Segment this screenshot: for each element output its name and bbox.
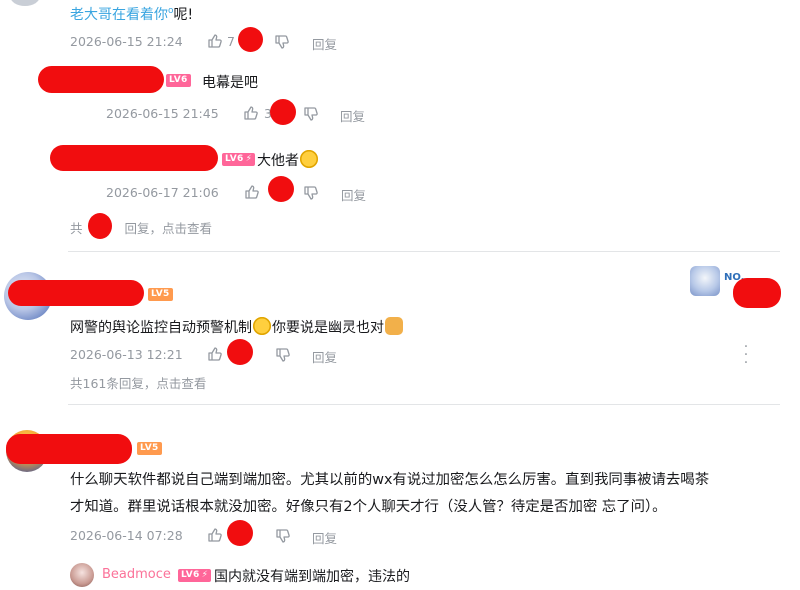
view-replies-link[interactable]: 共161条回复，点击查看 [70, 373, 206, 392]
comment-text: 大他者 [257, 150, 319, 170]
thumb-up-icon[interactable] [244, 184, 260, 200]
redacted-username [50, 145, 218, 171]
emoji-smile [253, 317, 271, 335]
thumb-up-icon[interactable] [243, 105, 259, 121]
thumb-up-icon[interactable] [207, 346, 223, 362]
thumb-down-icon[interactable] [303, 106, 319, 122]
reply-button[interactable]: 回复 [341, 185, 366, 204]
level-badge: LV6 [166, 74, 191, 87]
username[interactable]: Beadmoce [102, 567, 171, 582]
redacted-badge [733, 278, 781, 308]
avatar[interactable] [10, 0, 40, 6]
comment-body: 国内就没有端到端加密，违法的 [214, 569, 410, 585]
comment-time: 2026-06-17 21:06 [106, 185, 219, 200]
thumb-up-icon[interactable] [207, 527, 223, 543]
more-icon[interactable]: · · · [740, 340, 752, 370]
redaction [227, 520, 253, 546]
comment-body: 什么聊天软件都说自己端到端加密。尤其以前的wx有说过加密怎么怎么厉害。直到我同事… [70, 472, 710, 488]
comment-time: 2026-06-14 07:28 [70, 528, 183, 543]
level-badge: LV5 [137, 442, 162, 455]
comment-body: 才知道。群里说话根本就没加密。好像只有2个人聊天才行（没人管？待定是否加密 忘了… [70, 499, 667, 515]
redacted-username [6, 434, 132, 464]
comment-body: 呢! [173, 7, 194, 23]
redacted-username [8, 280, 144, 306]
decoration-badge [690, 266, 720, 296]
redaction [238, 27, 263, 52]
redaction [270, 99, 296, 125]
level-badge: LV5 [148, 288, 173, 301]
emoji-smile [300, 150, 318, 168]
reply-button[interactable]: 回复 [340, 106, 365, 125]
reply-button[interactable]: 回复 [312, 528, 337, 547]
thumb-down-icon[interactable] [274, 34, 290, 50]
level-badge: LV6 ⚡ [178, 569, 212, 582]
comment-body: 大他者 [257, 153, 299, 169]
thumb-down-icon[interactable] [275, 528, 291, 544]
comment-text: 网警的舆论监控自动预警机制 你要说是幽灵也对 [70, 317, 404, 337]
divider [68, 404, 780, 405]
comment-time: 2026-06-15 21:45 [106, 106, 219, 121]
comment-text: 老大哥在看着你o呢! [70, 4, 193, 24]
reply-button[interactable]: 回复 [312, 347, 337, 366]
comment-body: 电幕是吧 [202, 75, 258, 91]
redaction [227, 339, 253, 365]
comment-body: 你要说是幽灵也对 [272, 320, 384, 336]
thumb-up-icon[interactable] [207, 33, 223, 49]
thumb-down-icon[interactable] [275, 347, 291, 363]
emoji-doge [385, 317, 403, 335]
redacted-username [38, 66, 164, 93]
user-mention-link[interactable]: 老大哥在看着你 [70, 7, 168, 23]
like-count: 7 [227, 34, 235, 49]
comment-time: 2026-06-15 21:24 [70, 34, 183, 49]
divider [68, 251, 780, 252]
avatar[interactable] [70, 563, 94, 587]
thumb-down-icon[interactable] [303, 185, 319, 201]
comment-time: 2026-06-13 12:21 [70, 347, 183, 362]
redaction [268, 176, 294, 202]
level-badge: LV6 ⚡ [222, 153, 256, 166]
comment-body: 网警的舆论监控自动预警机制 [70, 320, 252, 336]
reply-button[interactable]: 回复 [312, 34, 337, 53]
redaction [88, 213, 112, 239]
